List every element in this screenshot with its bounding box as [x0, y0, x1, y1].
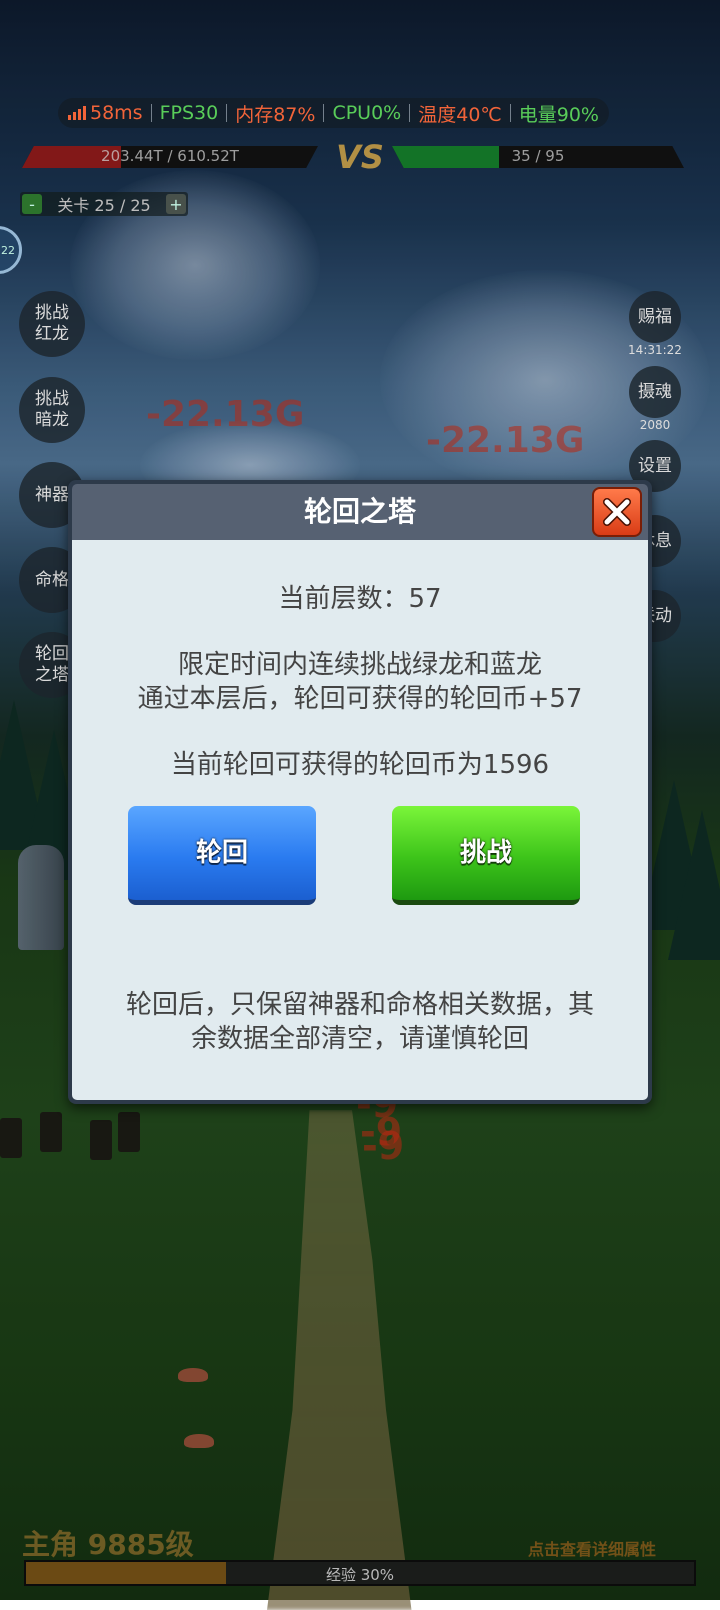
dialog-body: 当前层数：57 限定时间内连续挑战绿龙和蓝龙 通过本层后，轮回可获得的轮回币+5… [72, 540, 648, 1100]
description-line-1: 限定时间内连续挑战绿龙和蓝龙 [177, 650, 542, 680]
description-line-2: 通过本层后，轮回可获得的轮回币+57 [137, 684, 583, 714]
warning-line-1: 轮回后，只保留神器和命格相关数据，其 [125, 990, 594, 1020]
warning-line-2: 余数据全部清空，请谨慎轮回 [190, 1024, 529, 1054]
experience-label: 经验 30% [325, 1566, 395, 1584]
experience-bar: 经验 30% [24, 1560, 696, 1586]
current-coins: 当前轮回可获得的轮回币为1596 [170, 750, 550, 780]
current-floor: 当前层数：57 [278, 584, 442, 614]
close-button[interactable] [592, 487, 642, 537]
challenge-button[interactable]: 挑战 [392, 806, 580, 905]
close-icon [603, 498, 631, 526]
view-details-link[interactable]: 点击查看详细属性 [528, 1536, 656, 1560]
reincarnation-tower-dialog: 轮回之塔 当前层数：57 限定时间内连续挑战绿龙和蓝龙 通过本层后，轮回可获得的… [68, 480, 652, 1104]
dialog-title: 轮回之塔 [72, 484, 648, 540]
reincarnate-button[interactable]: 轮回 [128, 806, 316, 905]
hero-level: 主角 9885级 [22, 1528, 194, 1561]
